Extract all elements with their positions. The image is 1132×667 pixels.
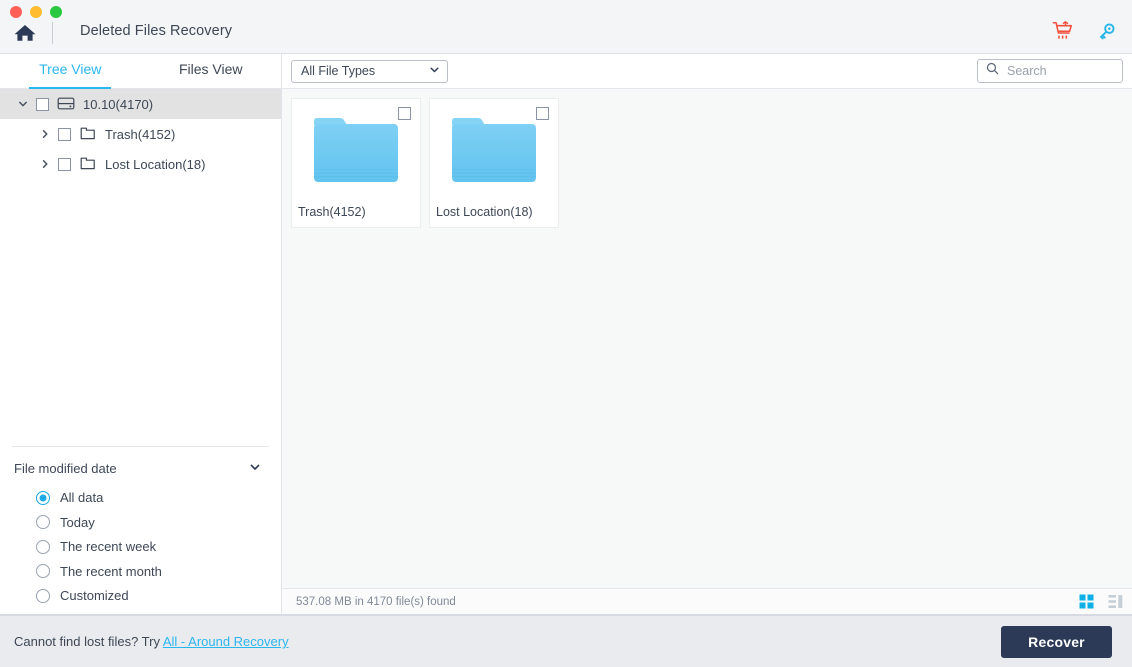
tree-item-lost-location[interactable]: Lost Location(18) [0, 149, 281, 179]
main-body: Tree View Files View 10.10(4170) Trash(4… [0, 54, 1132, 615]
chevron-right-icon[interactable] [38, 157, 52, 171]
title-divider [52, 22, 53, 44]
status-bar: 537.08 MB in 4170 file(s) found [282, 588, 1132, 614]
file-type-filter-value: All File Types [301, 64, 376, 78]
filter-header[interactable]: File modified date [12, 461, 269, 476]
chevron-down-icon[interactable] [429, 64, 440, 78]
grid-view-icon[interactable] [1079, 594, 1094, 609]
maximize-window-button[interactable] [50, 6, 62, 18]
sidebar-tabs: Tree View Files View [0, 54, 281, 89]
folder-icon [314, 118, 398, 182]
chevron-down-icon[interactable] [16, 97, 30, 111]
radio-all-data-label: All data [60, 490, 104, 505]
view-mode-switcher [1079, 594, 1123, 609]
search-icon [986, 62, 999, 80]
radio-recent-month-indicator[interactable] [36, 564, 50, 578]
tab-files-view-label: Files View [178, 61, 243, 77]
file-card-trash[interactable]: Trash(4152) [291, 98, 421, 228]
file-grid: Trash(4152) Lost Location(18) [282, 89, 1132, 588]
file-card-trash-label: Trash(4152) [298, 205, 366, 219]
window-controls [10, 6, 62, 18]
title-bar: Deleted Files Recovery [0, 0, 1132, 54]
radio-recent-week[interactable]: The recent week [12, 535, 269, 559]
all-around-recovery-link[interactable]: All - Around Recovery [163, 634, 289, 649]
folder-outline-icon [79, 156, 97, 172]
radio-customized-indicator[interactable] [36, 588, 50, 603]
search-placeholder: Search [1007, 64, 1047, 78]
folder-icon [452, 118, 536, 182]
tree-item-disk[interactable]: 10.10(4170) [0, 89, 281, 119]
tree-item-trash-label: Trash(4152) [105, 126, 176, 142]
file-card-trash-checkbox[interactable] [398, 107, 411, 120]
home-button[interactable] [12, 22, 38, 44]
tree-item-disk-checkbox[interactable] [36, 97, 49, 111]
radio-recent-week-indicator[interactable] [36, 539, 50, 554]
file-type-filter-select[interactable]: All File Types [291, 59, 448, 83]
footer-hint-text: Cannot find lost files? Try [14, 634, 163, 649]
tab-files-view[interactable]: Files View [141, 54, 282, 88]
radio-recent-month[interactable]: The recent month [12, 559, 269, 583]
content-area: All File Types Search Trash(4152) Lost L… [282, 54, 1132, 614]
radio-recent-month-label: The recent month [60, 563, 162, 579]
radio-customized-label: Customized [60, 588, 129, 603]
tree-item-lost-location-checkbox[interactable] [58, 157, 71, 171]
chevron-down-icon[interactable] [249, 461, 261, 476]
tree-list: 10.10(4170) Trash(4152) Lost Location(18… [0, 89, 281, 446]
file-card-lost-location[interactable]: Lost Location(18) [429, 98, 559, 228]
radio-today-indicator[interactable] [36, 515, 50, 529]
sidebar: Tree View Files View 10.10(4170) Trash(4… [0, 54, 282, 614]
folder-outline-icon [79, 126, 97, 142]
page-title: Deleted Files Recovery [80, 23, 233, 39]
radio-today[interactable]: Today [12, 510, 269, 534]
disk-icon [57, 96, 75, 112]
tab-tree-view-label: Tree View [39, 61, 102, 77]
radio-customized[interactable]: Customized [12, 584, 269, 608]
footer-bar: Cannot find lost files? Try All - Around… [0, 615, 1132, 667]
filter-title: File modified date [14, 460, 117, 476]
key-icon[interactable] [1096, 20, 1118, 44]
radio-recent-week-label: The recent week [60, 539, 157, 554]
cart-icon[interactable] [1052, 20, 1074, 44]
tree-item-trash[interactable]: Trash(4152) [0, 119, 281, 149]
tree-item-disk-label: 10.10(4170) [83, 96, 154, 112]
recover-button[interactable]: Recover [1001, 625, 1112, 658]
file-modified-date-filter: File modified date All data Today The re… [12, 445, 269, 615]
status-text: 537.08 MB in 4170 file(s) found [296, 595, 456, 608]
close-window-button[interactable] [10, 6, 22, 18]
radio-all-data-indicator[interactable] [36, 490, 50, 505]
home-icon [14, 25, 36, 41]
app-window: Deleted Files Recovery Tree View Files V… [0, 0, 1132, 667]
titlebar-actions [1052, 20, 1118, 44]
list-view-icon[interactable] [1108, 594, 1123, 609]
tab-tree-view[interactable]: Tree View [0, 54, 141, 88]
content-toolbar: All File Types Search [282, 54, 1132, 89]
file-card-lost-location-checkbox[interactable] [536, 107, 549, 120]
chevron-right-icon[interactable] [38, 127, 52, 141]
tree-item-trash-checkbox[interactable] [58, 127, 71, 141]
search-input[interactable]: Search [977, 59, 1123, 83]
footer-hint: Cannot find lost files? Try All - Around… [14, 634, 289, 649]
minimize-window-button[interactable] [30, 6, 42, 18]
tree-item-lost-location-label: Lost Location(18) [105, 156, 206, 172]
radio-all-data[interactable]: All data [12, 486, 269, 510]
radio-today-label: Today [60, 514, 95, 530]
file-card-lost-location-label: Lost Location(18) [436, 205, 533, 219]
